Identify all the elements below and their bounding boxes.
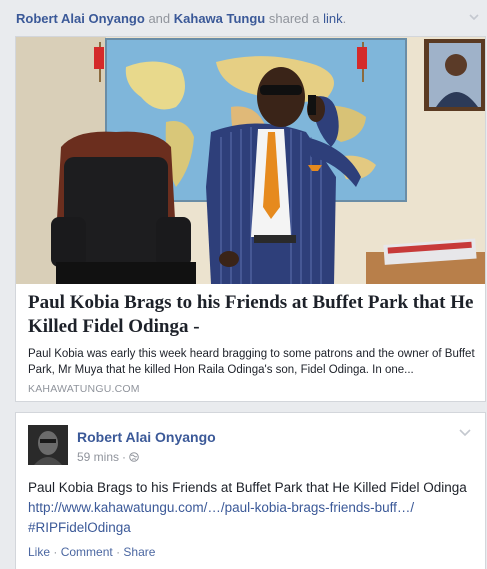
- actor-link-kahawa-tungu[interactable]: Kahawa Tungu: [174, 11, 265, 26]
- link-preview-card[interactable]: Paul Kobia Brags to his Friends at Buffe…: [15, 36, 486, 402]
- shared-story-header: Robert Alai Onyango and Kahawa Tungu sha…: [16, 9, 471, 29]
- post-timestamp[interactable]: 59 mins: [77, 450, 119, 464]
- share-button[interactable]: Share: [123, 545, 155, 559]
- meta-dot: ·: [122, 450, 127, 464]
- link-domain: KAHAWATUNGU.COM: [28, 383, 140, 395]
- avatar[interactable]: [28, 425, 68, 465]
- hashtag-link[interactable]: #RIPFidelOdinga: [28, 520, 131, 535]
- action-separator: ·: [116, 545, 121, 559]
- shared-verb-text: shared a: [268, 11, 320, 26]
- link-title[interactable]: Paul Kobia Brags to his Friends at Buffe…: [28, 291, 478, 339]
- post-url-link[interactable]: http://www.kahawatungu.com/…/paul-kobia-…: [28, 500, 414, 515]
- chevron-down-icon[interactable]: [469, 14, 479, 20]
- post-meta: 59 mins ·: [77, 450, 139, 464]
- actor-link-robert[interactable]: Robert Alai Onyango: [16, 11, 145, 26]
- link-description: Paul Kobia was early this week heard bra…: [28, 348, 475, 376]
- link-word[interactable]: link: [323, 11, 343, 26]
- comment-button[interactable]: Comment: [61, 545, 113, 559]
- globe-icon[interactable]: [129, 452, 139, 462]
- post-message-text: Paul Kobia Brags to his Friends at Buffe…: [28, 480, 467, 495]
- header-period: .: [342, 11, 347, 26]
- post-author-name[interactable]: Robert Alai Onyango: [77, 429, 216, 445]
- link-preview-image[interactable]: [16, 37, 485, 284]
- and-text: and: [148, 11, 171, 26]
- like-button[interactable]: Like: [28, 545, 50, 559]
- action-separator: ·: [53, 545, 58, 559]
- post-card: Robert Alai Onyango 59 mins · Paul Kobia…: [15, 412, 486, 569]
- chevron-down-icon[interactable]: [459, 429, 471, 436]
- post-actions: Like · Comment · Share: [28, 545, 155, 559]
- post-message: Paul Kobia Brags to his Friends at Buffe…: [28, 478, 468, 538]
